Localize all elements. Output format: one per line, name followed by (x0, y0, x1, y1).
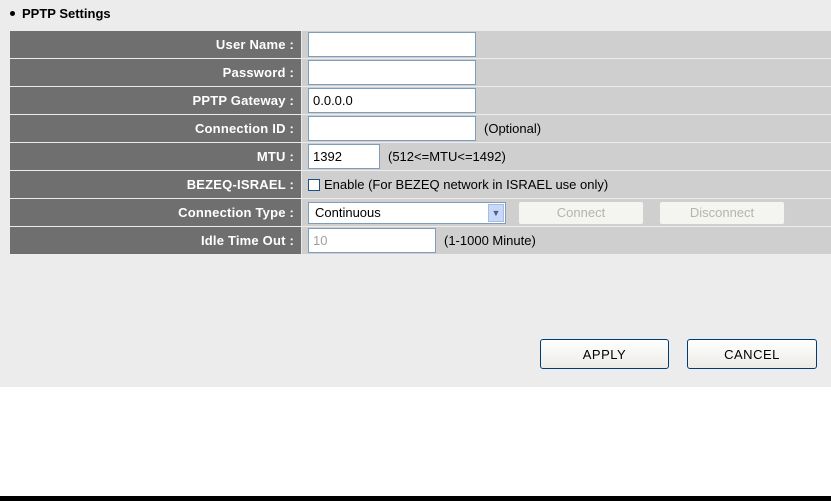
bezeq-enable-checkbox[interactable] (308, 179, 320, 192)
pptp-settings-panel: PPTP Settings User Name : Password : PPT… (0, 0, 831, 387)
connection-type-label: Connection Type : (10, 199, 301, 226)
bezeq-enable-label: Enable (For BEZEQ network in ISRAEL use … (324, 177, 609, 193)
password-label: Password : (10, 59, 301, 86)
connection-id-note: (Optional) (484, 121, 542, 136)
connection-type-select[interactable]: Continuous ▼ (308, 201, 506, 224)
mtu-note: (512<=MTU<=1492) (388, 149, 506, 164)
connect-button[interactable]: Connect (518, 200, 644, 225)
disconnect-button[interactable]: Disconnect (659, 200, 785, 225)
row-idle-time-out: Idle Time Out : 10 (1-1000 Minute) (10, 227, 831, 254)
bottom-divider (0, 496, 831, 501)
row-password: Password : (10, 59, 831, 86)
connection-id-label: Connection ID : (10, 115, 301, 142)
idle-time-out-note: (1-1000 Minute) (444, 233, 536, 248)
section-title: PPTP Settings (7, 3, 111, 25)
chevron-down-icon[interactable]: ▼ (488, 203, 504, 222)
row-bezeq-israel: BEZEQ-ISRAEL : Enable (For BEZEQ network… (10, 171, 831, 198)
pptp-gateway-label: PPTP Gateway : (10, 87, 301, 114)
idle-time-out-input[interactable]: 10 (308, 228, 436, 253)
row-connection-type: Connection Type : Continuous ▼ Connect Disc… (10, 199, 831, 226)
apply-button[interactable]: APPLY (540, 339, 669, 369)
password-input[interactable] (308, 60, 476, 85)
mtu-label: MTU : (10, 143, 301, 170)
bezeq-israel-label: BEZEQ-ISRAEL : (10, 171, 301, 198)
bullet-icon (10, 11, 15, 17)
idle-time-out-label: Idle Time Out : (10, 227, 301, 254)
cancel-button[interactable]: CANCEL (687, 339, 817, 369)
user-name-input[interactable] (308, 32, 476, 57)
row-mtu: MTU : 1392 (512<=MTU<=1492) (10, 143, 831, 170)
row-connection-id: Connection ID : (Optional) (10, 115, 831, 142)
pptp-settings-form: User Name : Password : PPTP Gateway : 0.… (10, 30, 831, 255)
connection-id-input[interactable] (308, 116, 476, 141)
mtu-input[interactable]: 1392 (308, 144, 380, 169)
row-user-name: User Name : (10, 31, 831, 58)
pptp-gateway-input[interactable]: 0.0.0.0 (308, 88, 476, 113)
connection-type-selected: Continuous (315, 205, 381, 220)
user-name-label: User Name : (10, 31, 301, 58)
row-pptp-gateway: PPTP Gateway : 0.0.0.0 (10, 87, 831, 114)
section-title-text: PPTP Settings (22, 6, 111, 21)
